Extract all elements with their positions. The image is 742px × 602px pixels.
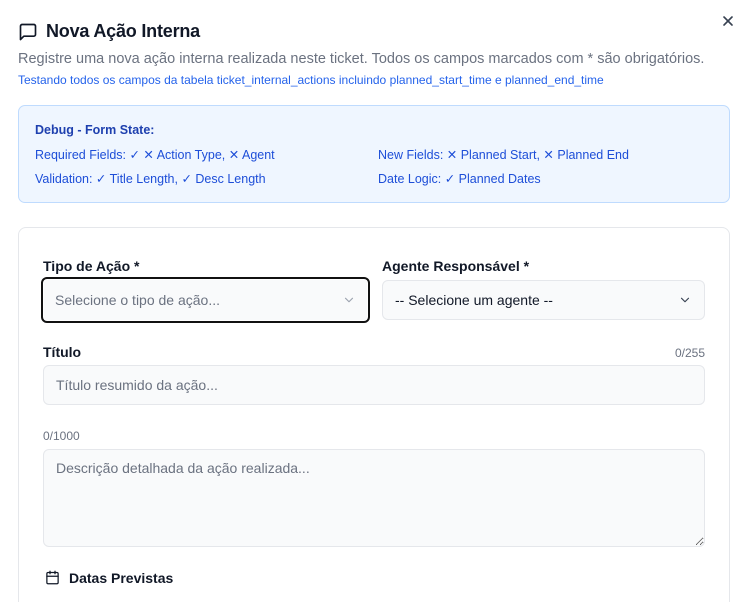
close-icon[interactable] <box>722 14 734 32</box>
action-type-select[interactable]: Selecione o tipo de ação... <box>41 277 370 323</box>
description-textarea[interactable] <box>43 449 705 547</box>
test-note: Testando todos os campos da tabela ticke… <box>18 73 604 87</box>
dialog-header: Nova Ação Interna <box>18 21 200 42</box>
debug-title: Debug - Form State: <box>35 123 155 137</box>
calendar-icon <box>45 570 61 586</box>
agent-select[interactable]: -- Selecione um agente -- <box>382 280 705 320</box>
debug-validation: Validation: ✓ Title Length, ✓ Desc Lengt… <box>35 172 266 186</box>
chevron-down-icon <box>678 293 692 307</box>
action-type-label: Tipo de Ação * <box>43 258 140 274</box>
dialog-subtitle: Registre uma nova ação interna realizada… <box>18 51 705 67</box>
title-input[interactable] <box>43 365 705 405</box>
agent-label: Agente Responsável * <box>382 258 530 274</box>
title-label: Título <box>43 344 82 360</box>
agent-selected-value: -- Selecione um agente -- <box>395 292 553 308</box>
close-button[interactable] <box>720 15 736 31</box>
debug-panel: Debug - Form State: Required Fields: ✓ ✕… <box>18 105 730 203</box>
chevron-down-icon <box>342 293 356 307</box>
action-type-placeholder: Selecione o tipo de ação... <box>55 292 221 308</box>
debug-date-logic: Date Logic: ✓ Planned Dates <box>378 172 541 186</box>
planned-dates-heading: Datas Previstas <box>45 570 173 586</box>
description-char-counter: 0/1000 <box>43 429 80 443</box>
message-square-icon <box>18 22 38 42</box>
new-internal-action-dialog: Nova Ação Interna Registre uma nova ação… <box>0 0 742 602</box>
debug-required-fields: Required Fields: ✓ ✕ Action Type, ✕ Agen… <box>35 148 275 162</box>
debug-new-fields: New Fields: ✕ Planned Start, ✕ Planned E… <box>378 148 629 162</box>
title-char-counter: 0/255 <box>674 346 705 360</box>
form-card: Tipo de Ação * Selecione o tipo de ação.… <box>18 227 730 602</box>
planned-dates-label: Datas Previstas <box>69 570 174 586</box>
dialog-title: Nova Ação Interna <box>46 21 200 41</box>
